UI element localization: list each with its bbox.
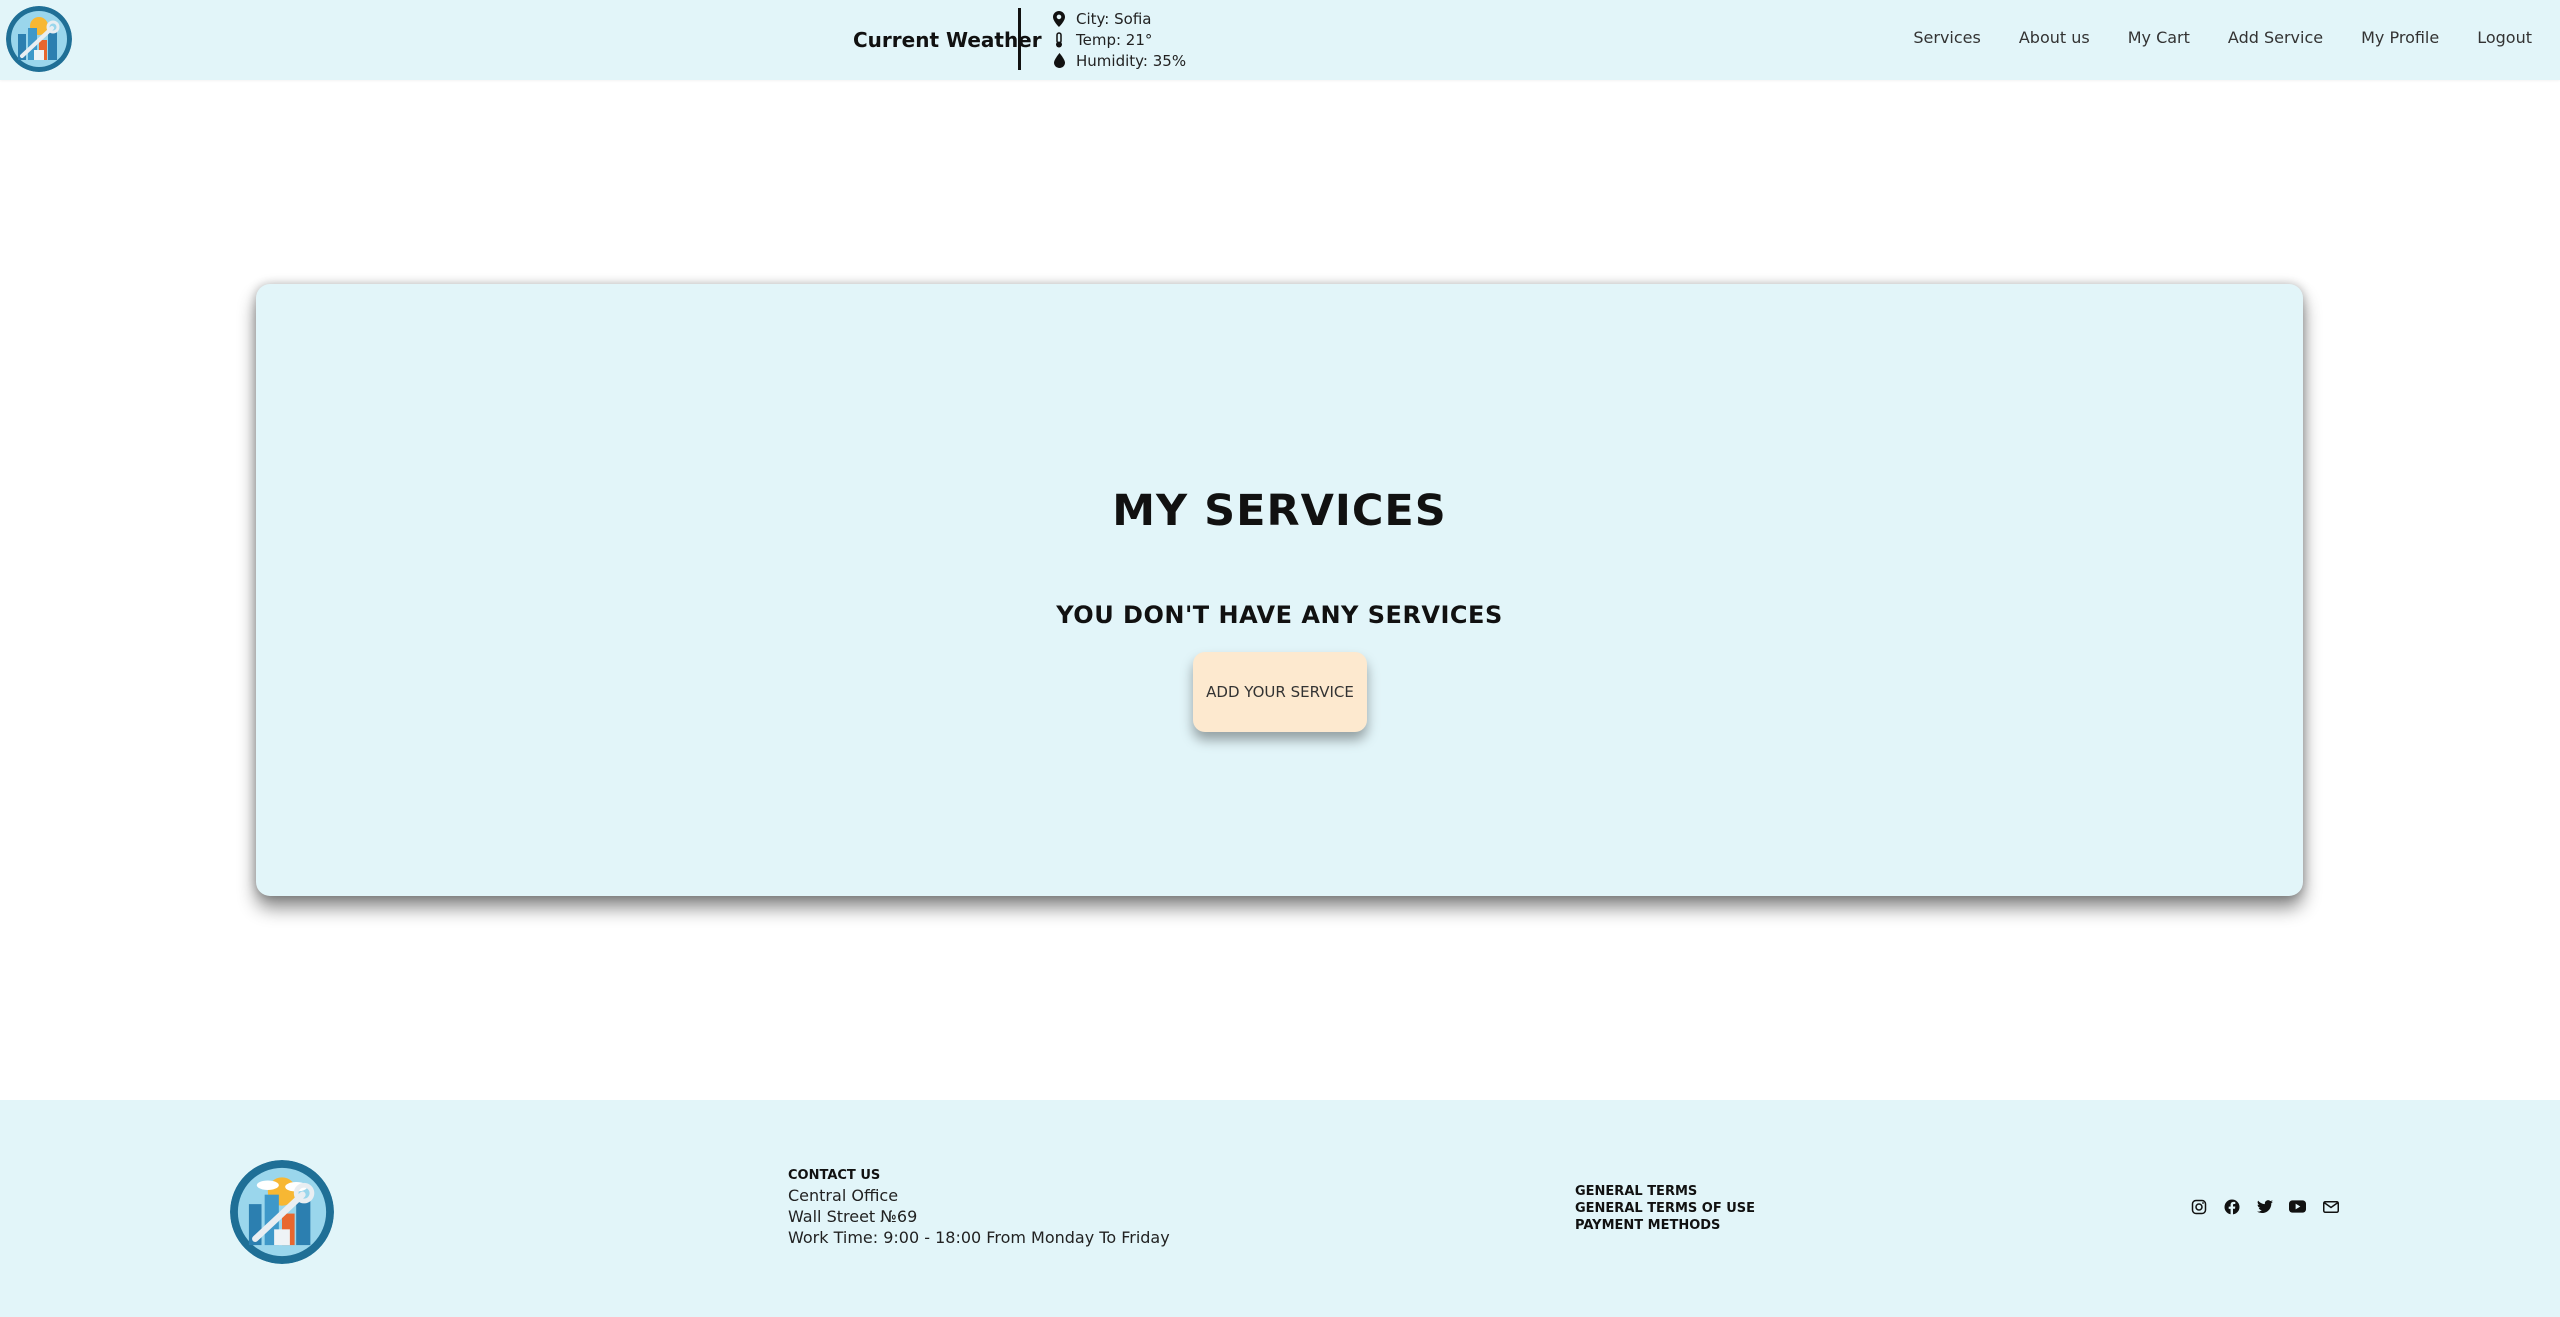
weather-city: City: Sofia	[1076, 9, 1152, 28]
terms-of-use-link[interactable]: GENERAL TERMS OF USE	[1575, 1200, 1755, 1217]
weather-info: City: Sofia Temp: 21° Humidity: 35%	[1052, 8, 1186, 71]
youtube-icon[interactable]	[2289, 1198, 2306, 1215]
site-logo[interactable]	[6, 6, 72, 72]
general-terms-link[interactable]: GENERAL TERMS	[1575, 1183, 1755, 1200]
payment-methods-link[interactable]: PAYMENT METHODS	[1575, 1217, 1755, 1234]
contact-heading: CONTACT US	[788, 1168, 881, 1183]
water-drop-icon	[1052, 53, 1066, 69]
contact-office: Central Office	[788, 1186, 899, 1205]
nav-about-us[interactable]: About us	[2019, 28, 2090, 47]
add-service-button[interactable]: ADD YOUR SERVICE	[1193, 652, 1367, 732]
nav-services[interactable]: Services	[1913, 28, 1980, 47]
nav-my-profile[interactable]: My Profile	[2361, 28, 2439, 47]
facebook-icon[interactable]	[2223, 1198, 2240, 1215]
nav-my-cart[interactable]: My Cart	[2128, 28, 2190, 47]
contact-work-time: Work Time: 9:00 - 18:00 From Monday To F…	[788, 1228, 1170, 1247]
my-services-card: MY SERVICES YOU DON'T HAVE ANY SERVICES …	[256, 284, 2303, 896]
twitter-icon[interactable]	[2256, 1198, 2273, 1215]
footer-logo[interactable]	[230, 1160, 334, 1264]
weather-title: Current Weather	[853, 28, 1042, 52]
top-header: Current Weather City: Sofia Temp: 21° Hu…	[0, 0, 2560, 80]
nav-logout[interactable]: Logout	[2477, 28, 2532, 47]
page-title: MY SERVICES	[1112, 486, 1447, 536]
main-nav: Services About us My Cart Add Service My…	[1913, 28, 2532, 47]
thermometer-icon	[1052, 31, 1066, 48]
empty-services-message: YOU DON'T HAVE ANY SERVICES	[1056, 601, 1503, 629]
terms-links: GENERAL TERMS GENERAL TERMS OF USE PAYME…	[1575, 1183, 1755, 1234]
footer: CONTACT US Central Office Wall Street №6…	[0, 1100, 2560, 1317]
weather-humidity-row: Humidity: 35%	[1052, 50, 1186, 71]
location-pin-icon	[1052, 10, 1066, 27]
instagram-icon[interactable]	[2190, 1198, 2207, 1215]
social-links	[2190, 1198, 2339, 1215]
weather-divider	[1018, 8, 1021, 70]
weather-city-row: City: Sofia	[1052, 8, 1186, 29]
weather-temp-row: Temp: 21°	[1052, 29, 1186, 50]
weather-temp: Temp: 21°	[1076, 30, 1153, 49]
nav-add-service[interactable]: Add Service	[2228, 28, 2323, 47]
mail-icon[interactable]	[2322, 1198, 2339, 1215]
weather-humidity: Humidity: 35%	[1076, 51, 1187, 70]
contact-address: Wall Street №69	[788, 1207, 918, 1226]
contact-section: CONTACT US Central Office Wall Street №6…	[788, 1168, 1170, 1248]
